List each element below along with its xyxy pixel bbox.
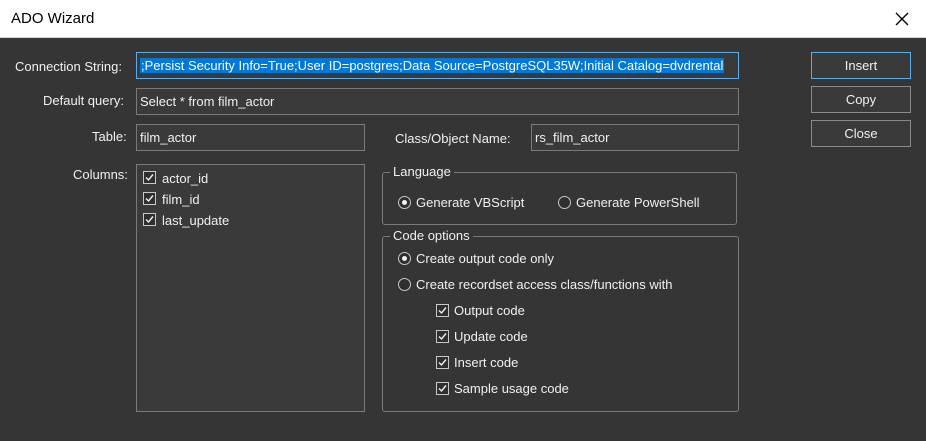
- connection-string-label: Connection String:: [15, 59, 122, 74]
- checkmark-icon: [145, 174, 154, 182]
- insert-code-label[interactable]: Insert code: [454, 355, 518, 370]
- class-object-name-input[interactable]: rs_film_actor: [531, 124, 739, 151]
- close-button[interactable]: Close: [811, 120, 911, 147]
- class-object-name-label: Class/Object Name:: [395, 131, 511, 146]
- copy-button[interactable]: Copy: [811, 86, 911, 113]
- sample-usage-code-checkbox[interactable]: [436, 382, 449, 395]
- output-code-label[interactable]: Output code: [454, 303, 525, 318]
- column-label: actor_id: [162, 171, 209, 186]
- checkmark-icon: [438, 307, 447, 315]
- column-label: film_id: [162, 192, 200, 207]
- default-query-label: Default query:: [43, 93, 124, 108]
- checkmark-icon: [438, 333, 447, 341]
- columns-label: Columns:: [73, 167, 128, 182]
- recordset-class-label[interactable]: Create recordset access class/functions …: [416, 277, 673, 292]
- checkbox[interactable]: [143, 192, 156, 205]
- checkbox[interactable]: [143, 171, 156, 184]
- close-icon[interactable]: [888, 5, 916, 33]
- columns-list[interactable]: actor_id film_id last_update: [136, 164, 365, 412]
- window-title: ADO Wizard: [11, 10, 95, 27]
- language-group: Language Generate VBScript Generate Powe…: [382, 164, 737, 225]
- title-bar: ADO Wizard: [0, 0, 926, 38]
- insert-button[interactable]: Insert: [811, 52, 911, 79]
- output-code-only-label[interactable]: Create output code only: [416, 251, 554, 266]
- default-query-input[interactable]: Select * from film_actor: [136, 88, 739, 115]
- checkmark-icon: [438, 385, 447, 393]
- output-code-checkbox[interactable]: [436, 304, 449, 317]
- sample-usage-code-label[interactable]: Sample usage code: [454, 381, 569, 396]
- powershell-label[interactable]: Generate PowerShell: [576, 195, 700, 210]
- connection-string-input[interactable]: ;Persist Security Info=True;User ID=post…: [136, 52, 739, 79]
- insert-code-checkbox[interactable]: [436, 356, 449, 369]
- vbscript-radio[interactable]: [398, 196, 411, 209]
- update-code-label[interactable]: Update code: [454, 329, 528, 344]
- powershell-radio[interactable]: [558, 196, 571, 209]
- language-group-title: Language: [390, 164, 454, 179]
- recordset-class-radio[interactable]: [398, 278, 411, 291]
- update-code-checkbox[interactable]: [436, 330, 449, 343]
- code-options-group-title: Code options: [390, 228, 473, 243]
- vbscript-label[interactable]: Generate VBScript: [416, 195, 524, 210]
- checkmark-icon: [438, 359, 447, 367]
- connection-string-selection: ;Persist Security Info=True;User ID=post…: [140, 58, 725, 73]
- code-options-group: Code options Create output code only Cre…: [382, 228, 739, 412]
- column-label: last_update: [162, 213, 230, 228]
- output-code-only-radio[interactable]: [398, 252, 411, 265]
- checkbox[interactable]: [143, 213, 156, 226]
- table-input[interactable]: film_actor: [136, 124, 365, 151]
- dialog-body: Connection String: ;Persist Security Inf…: [0, 38, 926, 441]
- checkmark-icon: [145, 216, 154, 224]
- table-label: Table:: [92, 129, 127, 144]
- checkmark-icon: [145, 195, 154, 203]
